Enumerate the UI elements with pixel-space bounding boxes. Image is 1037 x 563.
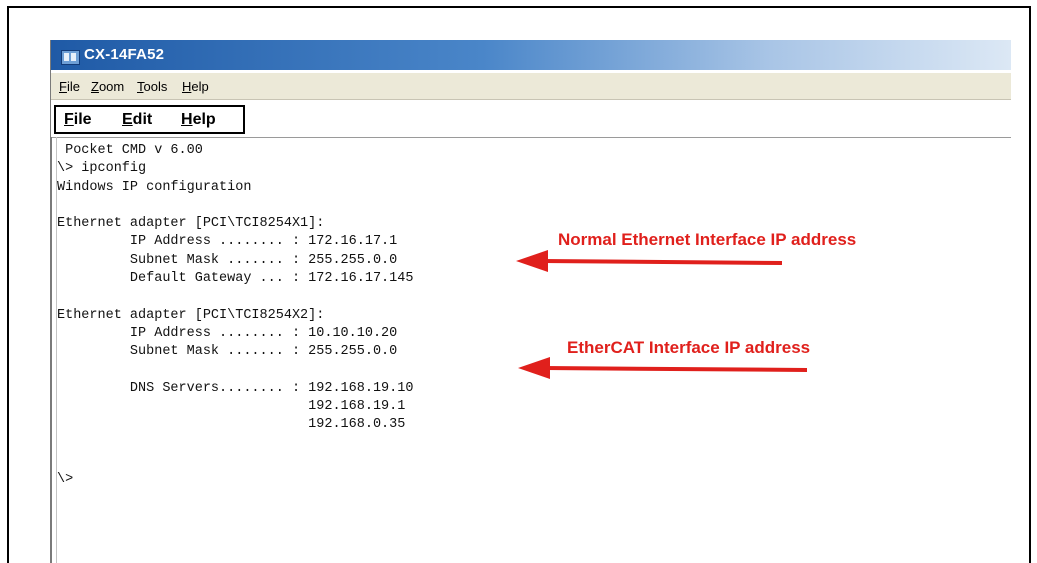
- figure-frame-left: [7, 6, 9, 563]
- console-line: \> ipconfig: [57, 161, 147, 177]
- figure-frame-right: [1029, 6, 1031, 563]
- arrow-shaft: [543, 366, 808, 372]
- separator: [51, 137, 1011, 138]
- console-line: 192.168.0.35: [57, 417, 406, 433]
- annotation-arrow-ethercat: [518, 357, 808, 379]
- title-bar[interactable]: CX-14FA52: [51, 40, 1011, 70]
- console-line: IP Address ........ : 172.16.17.1: [57, 234, 398, 250]
- console-line: IP Address ........ : 10.10.10.20: [57, 325, 398, 341]
- arrow-head: [516, 250, 548, 272]
- menu-help[interactable]: Help: [182, 79, 209, 94]
- menu-zoom[interactable]: Zoom: [91, 79, 124, 94]
- console-line: DNS Servers........ : 192.168.19.10: [57, 380, 414, 396]
- menu-tools[interactable]: Tools: [137, 79, 167, 94]
- app-menu-bar: File Edit Help: [54, 105, 245, 134]
- app-menu-edit[interactable]: Edit: [122, 111, 152, 129]
- window-title: CX-14FA52: [84, 46, 165, 63]
- pocket-cmd-window: CX-14FA52 File Zoom Tools Help File Edit…: [50, 40, 1011, 563]
- console-line: Ethernet adapter [PCI\TCI8254X2]:: [57, 307, 325, 323]
- annotation-arrow-normal: [516, 250, 783, 272]
- arrow-shaft: [541, 259, 783, 265]
- console-line: Ethernet adapter [PCI\TCI8254X1]:: [57, 216, 325, 232]
- console-line: 192.168.19.1: [57, 399, 406, 415]
- arrow-head: [518, 357, 550, 379]
- annotation-normal-ethernet: Normal Ethernet Interface IP address: [558, 230, 857, 249]
- window-icon: [61, 50, 80, 65]
- console-line: Pocket CMD v 6.00: [57, 143, 203, 158]
- menu-file[interactable]: File: [59, 79, 80, 94]
- console-line: Subnet Mask ....... : 255.255.0.0: [57, 252, 398, 268]
- console-line: Windows IP configuration: [57, 179, 252, 195]
- console-line: \>: [57, 472, 74, 488]
- console-line: Default Gateway ... : 172.16.17.145: [57, 271, 414, 287]
- menu-bar: File Zoom Tools Help: [51, 73, 1011, 100]
- console-output[interactable]: Pocket CMD v 6.00 \> ipconfig Windows IP c…: [57, 142, 413, 490]
- figure-frame-top: [7, 6, 1031, 8]
- console-line: Subnet Mask ....... : 255.255.0.0: [57, 344, 398, 360]
- app-menu-help[interactable]: Help: [181, 111, 216, 129]
- app-menu-file[interactable]: File: [64, 111, 92, 129]
